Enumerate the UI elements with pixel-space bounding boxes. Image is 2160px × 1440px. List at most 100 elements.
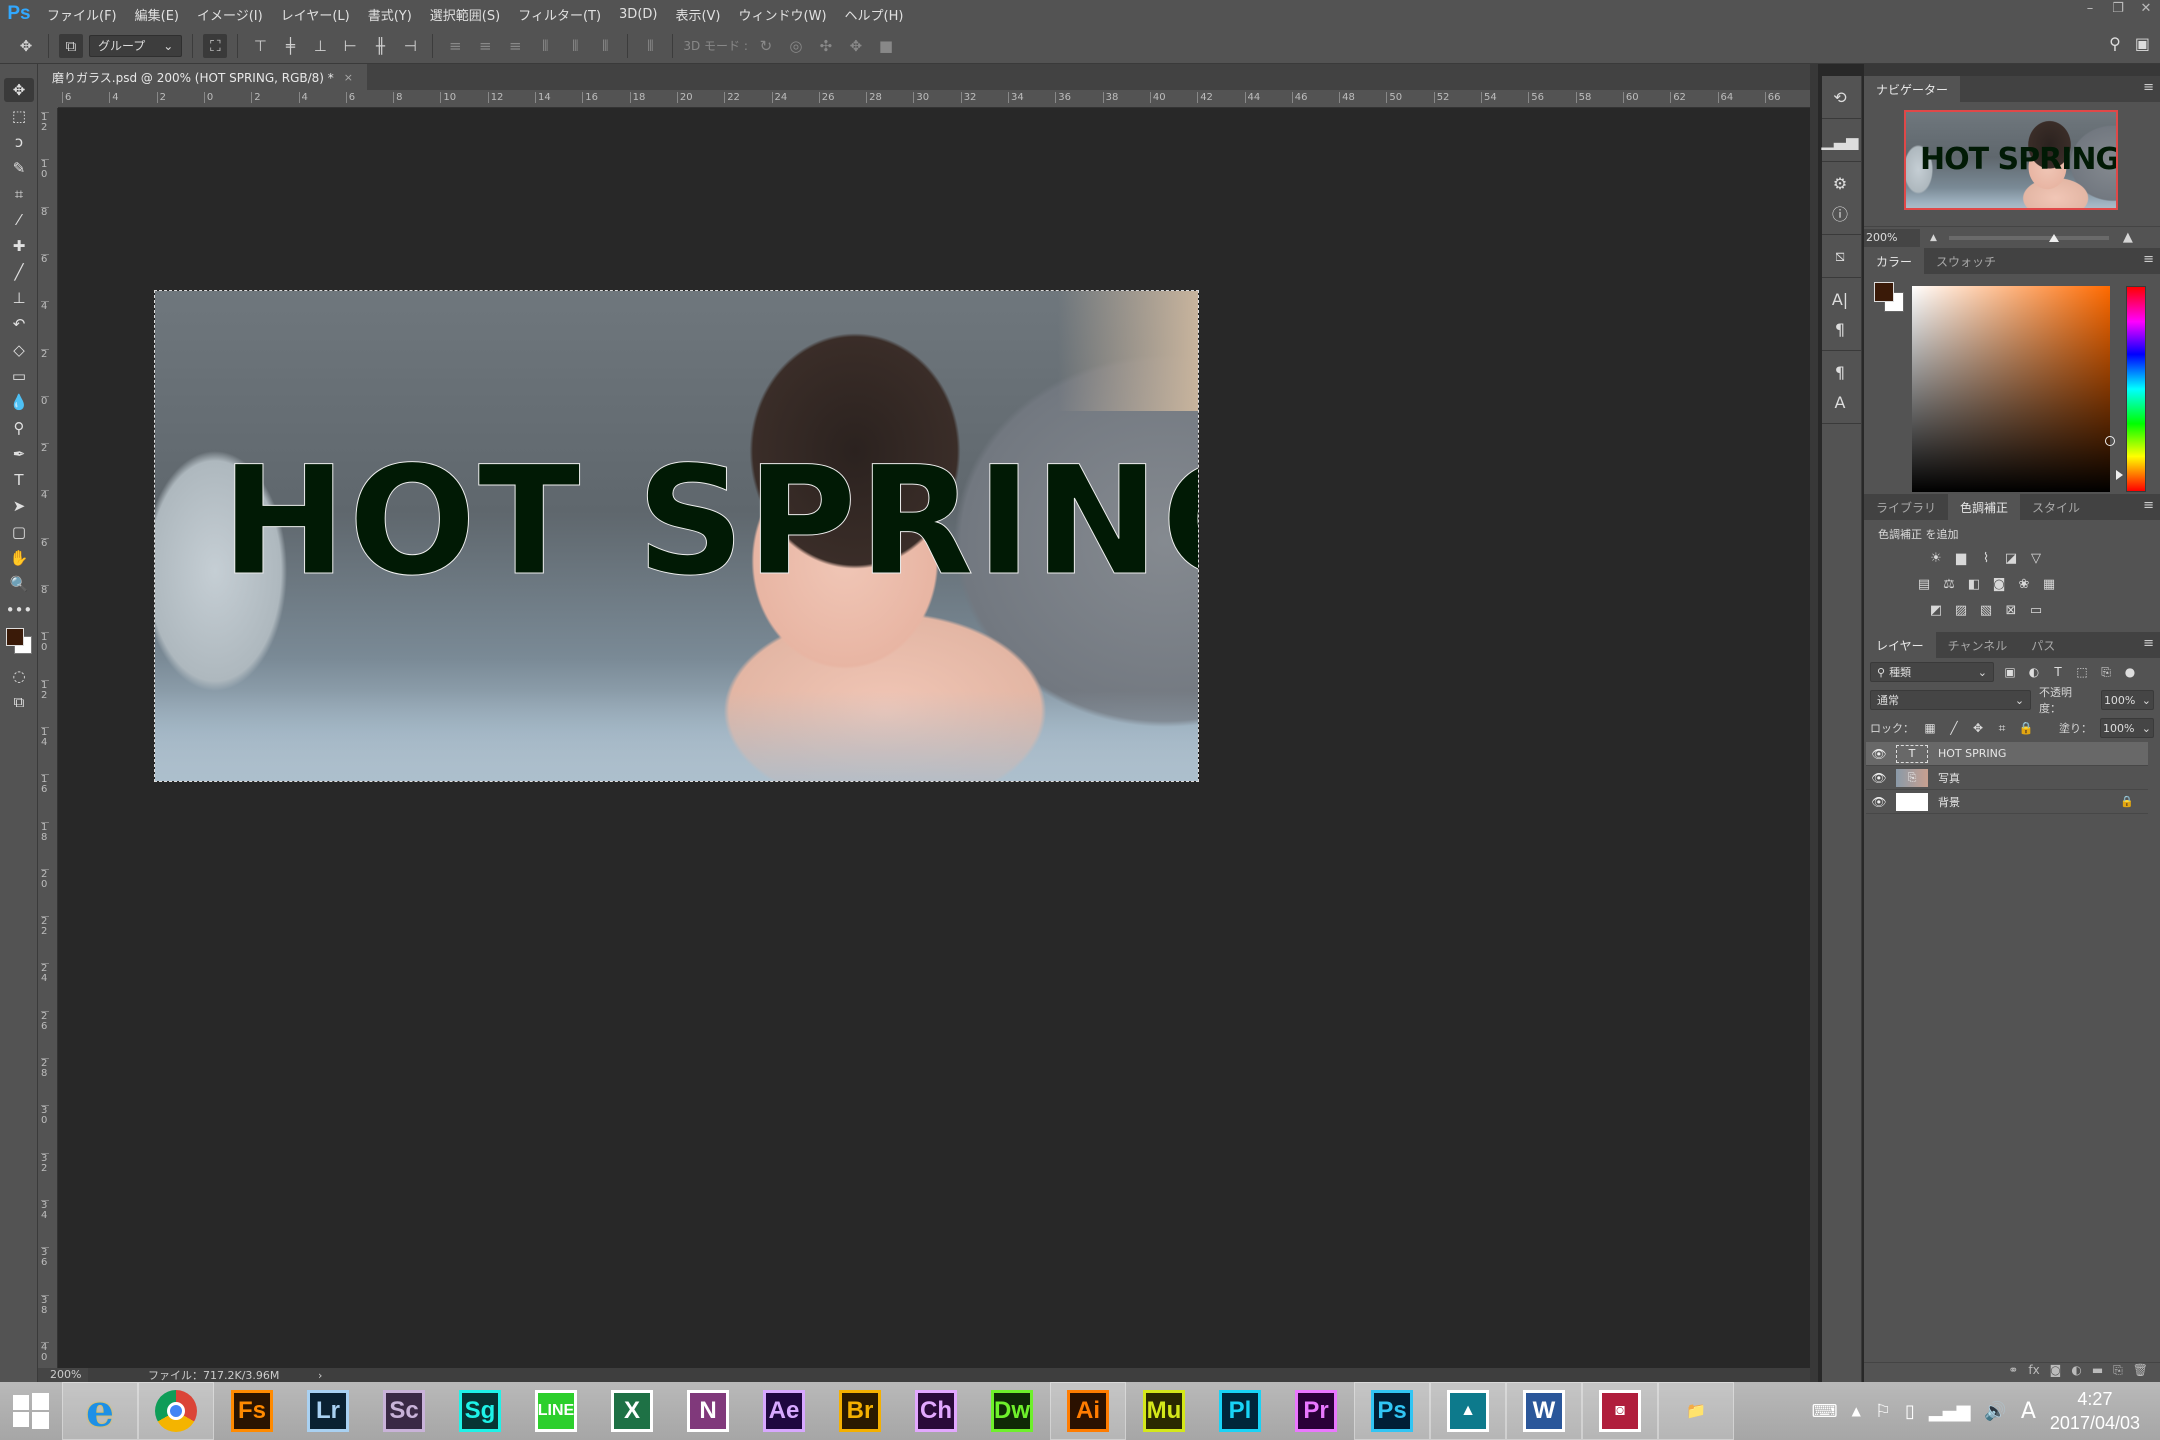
horizontal-ruler[interactable]: 6 4 2 0 2 4 6 8 10 12 14 16 18 20 22 24 26 28 30 32 34 36 38 40… bbox=[58, 90, 1810, 108]
paragraph-styles-icon[interactable]: ¶ bbox=[1822, 357, 1858, 387]
quick-selection-tool-icon[interactable]: ✎ bbox=[4, 156, 34, 180]
add-mask-icon[interactable]: ◙ bbox=[2050, 1363, 2062, 1380]
volume-icon[interactable]: 🔊 bbox=[1984, 1401, 2006, 1422]
toolbar-grip[interactable] bbox=[0, 64, 37, 76]
taskbar-app-bridge[interactable]: Br bbox=[822, 1382, 898, 1440]
taskbar-app-fuse[interactable]: Fs bbox=[214, 1382, 290, 1440]
more-tools-icon[interactable]: ••• bbox=[4, 598, 34, 622]
align-top-icon[interactable]: ⊤ bbox=[248, 34, 272, 58]
taskbar-app-lightroom[interactable]: Lr bbox=[290, 1382, 366, 1440]
lasso-tool-icon[interactable]: ↄ bbox=[4, 130, 34, 154]
filter-toggle-icon[interactable]: ● bbox=[2122, 665, 2138, 679]
layer-row[interactable]: 👁 ⎘ 写真 bbox=[1866, 766, 2148, 790]
zoom-in-icon[interactable]: ▲ bbox=[2123, 230, 2133, 245]
navigator-thumbnail[interactable]: HOT SPRING bbox=[1904, 110, 2118, 210]
action-center-flag-icon[interactable]: ⚐ bbox=[1875, 1401, 1891, 1422]
type-tool-icon[interactable]: T bbox=[4, 468, 34, 492]
menu-help[interactable]: ヘルプ(H) bbox=[836, 5, 913, 24]
menu-window[interactable]: ウィンドウ(W) bbox=[730, 5, 836, 24]
taskbar-app-file-explorer[interactable]: 📁 bbox=[1658, 1382, 1734, 1440]
taskbar-app-excel[interactable]: X bbox=[594, 1382, 670, 1440]
blend-mode-dropdown[interactable]: 通常 ⌄ bbox=[1870, 690, 2032, 710]
tab-adjustments[interactable]: 色調補正 bbox=[1948, 494, 2021, 520]
gradient-tool-icon[interactable]: ▭ bbox=[4, 364, 34, 388]
taskbar-app-screen-recorder[interactable]: ◙ bbox=[1582, 1382, 1658, 1440]
marquee-tool-icon[interactable]: ⬚ bbox=[4, 104, 34, 128]
taskbar-app-premiere-pro[interactable]: Pr bbox=[1278, 1382, 1354, 1440]
foreground-color-swatch[interactable] bbox=[1874, 282, 1894, 302]
vertical-ruler[interactable]: 12 10 8 6 4 2 0 2 4 6 8 10 12 14 16 18 20 22 24 26 28 30 32 34 3… bbox=[38, 108, 58, 1368]
pen-tool-icon[interactable]: ✒ bbox=[4, 442, 34, 466]
menu-edit[interactable]: 編集(E) bbox=[126, 5, 188, 24]
filter-shape-icon[interactable]: ⬚ bbox=[2074, 665, 2090, 679]
visibility-eye-icon[interactable]: 👁 bbox=[1866, 747, 1892, 761]
taskbar-app-internet-explorer[interactable]: e bbox=[62, 1382, 138, 1440]
tab-paths[interactable]: パス bbox=[2019, 632, 2067, 658]
battery-icon[interactable]: ▯ bbox=[1905, 1401, 1915, 1422]
taskbar-app-after-effects[interactable]: Ae bbox=[746, 1382, 822, 1440]
zoom-tool-icon[interactable]: 🔍 bbox=[4, 572, 34, 596]
distribute-bottom-icon[interactable]: ≡ bbox=[503, 34, 527, 58]
black-white-icon[interactable]: ◧ bbox=[1966, 576, 1982, 592]
gradient-map-icon[interactable]: ▭ bbox=[2028, 602, 2044, 618]
distribute-vcenter-icon[interactable]: ≡ bbox=[473, 34, 497, 58]
crop-tool-icon[interactable]: ⌗ bbox=[4, 182, 34, 206]
photo-filter-icon[interactable]: ◙ bbox=[1991, 576, 2007, 592]
move-tool-icon[interactable]: ✥ bbox=[4, 78, 34, 102]
character-styles-icon[interactable]: A bbox=[1822, 387, 1858, 417]
navigator-zoom-field[interactable]: 200% bbox=[1864, 228, 1920, 247]
vibrance-icon[interactable]: ▽ bbox=[2028, 550, 2044, 566]
ime-indicator[interactable]: A bbox=[2021, 1399, 2036, 1424]
show-transform-controls-icon[interactable]: ⛶ bbox=[203, 33, 228, 58]
saturation-value-field[interactable] bbox=[1912, 286, 2115, 492]
hot-spring-text-layer[interactable]: HOT SPRING bbox=[221, 447, 1198, 598]
move-tool-preset-icon[interactable]: ✥ bbox=[14, 34, 38, 58]
hue-saturation-icon[interactable]: ▤ bbox=[1916, 576, 1932, 592]
panel-collapse-bar[interactable] bbox=[1864, 64, 2160, 76]
touch-keyboard-icon[interactable]: ⌨ bbox=[1812, 1401, 1838, 1422]
posterize-icon[interactable]: ▨ bbox=[1953, 602, 1969, 618]
quick-mask-icon[interactable]: ◌ bbox=[4, 664, 34, 688]
new-group-icon[interactable]: ▬ bbox=[2092, 1363, 2103, 1380]
tab-libraries[interactable]: ライブラリ bbox=[1864, 494, 1948, 520]
filter-smart-object-icon[interactable]: ⎘ bbox=[2098, 665, 2114, 680]
visibility-eye-icon[interactable]: 👁 bbox=[1866, 771, 1892, 785]
eraser-tool-icon[interactable]: ◇ bbox=[4, 338, 34, 362]
taskbar-app-character-animator[interactable]: Ch bbox=[898, 1382, 974, 1440]
healing-brush-tool-icon[interactable]: ✚ bbox=[4, 234, 34, 258]
tab-navigator[interactable]: ナビゲーター bbox=[1864, 76, 1961, 102]
show-hidden-icons[interactable]: ▲ bbox=[1852, 1404, 1861, 1418]
selective-color-icon[interactable]: ⊠ bbox=[2003, 602, 2019, 618]
color-lookup-icon[interactable]: ▦ bbox=[2041, 576, 2057, 592]
close-tab-icon[interactable]: × bbox=[344, 71, 353, 84]
taskbar-app-photoshop[interactable]: Ps bbox=[1354, 1382, 1430, 1440]
color-picker-cursor[interactable] bbox=[2105, 436, 2115, 446]
threshold-icon[interactable]: ▧ bbox=[1978, 602, 1994, 618]
start-button[interactable] bbox=[0, 1382, 62, 1440]
taskbar-app-prelude[interactable]: Pl bbox=[1202, 1382, 1278, 1440]
tab-styles[interactable]: スタイル bbox=[2020, 494, 2092, 520]
foreground-color-swatch[interactable] bbox=[6, 628, 24, 646]
character-panel-icon[interactable]: A| bbox=[1822, 284, 1858, 314]
layer-row[interactable]: 👁 T HOT SPRING bbox=[1866, 742, 2148, 766]
align-left-icon[interactable]: ⊢ bbox=[338, 34, 362, 58]
lock-transparent-icon[interactable]: ▦ bbox=[1922, 721, 1938, 735]
filter-type-icon[interactable]: T bbox=[2050, 665, 2066, 679]
curves-icon[interactable]: ⌇ bbox=[1978, 550, 1994, 566]
3d-roll-icon[interactable]: ◎ bbox=[784, 34, 808, 58]
path-selection-tool-icon[interactable]: ➤ bbox=[4, 494, 34, 518]
3d-drag-icon[interactable]: ✣ bbox=[814, 34, 838, 58]
menu-image[interactable]: イメージ(I) bbox=[188, 5, 272, 24]
taskbar-app-onenote[interactable]: N bbox=[670, 1382, 746, 1440]
brightness-contrast-icon[interactable]: ☀ bbox=[1928, 550, 1944, 566]
minimize-button[interactable]: – bbox=[2076, 0, 2104, 20]
dodge-tool-icon[interactable]: ⚲ bbox=[4, 416, 34, 440]
rectangle-tool-icon[interactable]: ▢ bbox=[4, 520, 34, 544]
menu-file[interactable]: ファイル(F) bbox=[38, 5, 126, 24]
document-tab[interactable]: 磨りガラス.psd @ 200% (HOT SPRING, RGB/8) * × bbox=[38, 64, 368, 90]
color-swatches[interactable] bbox=[1874, 282, 1906, 314]
taskbar-app-chrome[interactable] bbox=[138, 1382, 214, 1440]
taskbar-app-speedgrade[interactable]: Sg bbox=[442, 1382, 518, 1440]
color-balance-icon[interactable]: ⚖ bbox=[1941, 576, 1957, 592]
levels-icon[interactable]: ▆ bbox=[1953, 550, 1969, 566]
